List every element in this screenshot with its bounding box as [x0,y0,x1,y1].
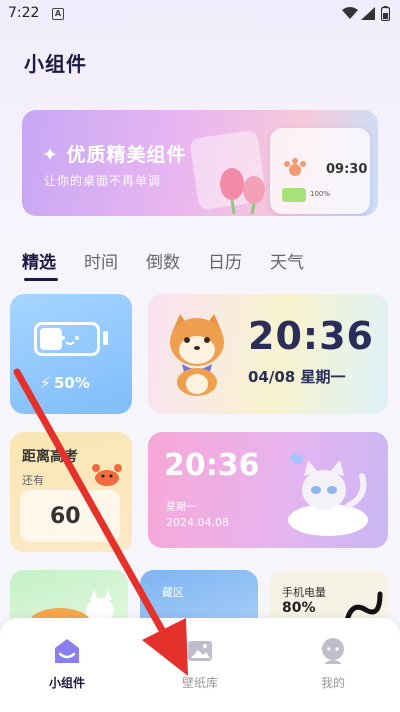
battery-percent: 50% [54,374,90,392]
page-title: 小组件 [24,52,87,76]
battery-preview-icon [282,188,306,202]
paw-icon [284,158,306,176]
shiba-dog-illustration [170,314,224,396]
exam-days: 60 [50,504,81,529]
signal-icon [361,7,375,20]
exam-subtitle: 还有 [22,474,44,487]
banner-widget-preview: 09:30 100% [270,128,370,214]
tab-time[interactable]: 时间 [84,248,118,273]
cloud-cat-illustration [288,453,368,536]
status-bar: 7:22 A [0,0,400,28]
nav-profile-label: 我的 [320,676,345,690]
nav-wallpapers[interactable]: 壁纸库 [160,636,240,691]
clock2-weekday: 星期一 [166,502,196,513]
battery-face-icon [34,322,100,356]
tab-calendar[interactable]: 日历 [208,248,242,273]
status-time: 7:22 [8,5,40,21]
clock1-time: 20:36 [248,314,374,358]
clock2-time: 20:36 [164,448,260,483]
tab-countdown[interactable]: 倒数 [146,248,180,273]
notification-icon: A [52,8,64,20]
clock-widget-cat[interactable]: 20:36 星期一 2024.04.08 [148,432,388,548]
profile-icon [322,638,344,664]
nav-widgets-label: 小组件 [48,676,85,690]
nav-widgets[interactable]: 小组件 [27,636,107,691]
exam-title: 距离高考 [22,449,78,465]
weather-label: 藏区 [162,586,184,599]
banner-subtitle: 让你的桌面不再单调 [44,174,162,188]
bottom-nav: 小组件 壁纸库 我的 [0,618,400,712]
banner-preview-battery: 100% [310,190,331,198]
widgets-home-icon [55,639,79,663]
promo-banner[interactable]: 09:30 100% ✦ 优质精美组件 让你的桌面不再单调 [22,110,378,216]
image-icon [188,641,212,661]
nav-wallpapers-label: 壁纸库 [181,676,218,690]
phone-battery-percent: 80% [282,600,316,616]
clock2-date: 2024.04.08 [166,516,229,529]
phone-battery-label: 手机电量 [282,586,326,599]
wifi-icon [342,7,358,19]
bolt-icon: ⚡ [40,374,51,392]
clock-widget-shiba[interactable]: 20:36 04/08 星期一 [148,294,388,414]
nav-profile[interactable]: 我的 [293,636,373,691]
banner-preview-time: 09:30 [326,162,368,177]
crab-icon [92,464,122,486]
banner-title: ✦ 优质精美组件 [42,144,187,166]
battery-icon [381,6,390,21]
exam-countdown-widget[interactable]: 距离高考 还有 60 [10,432,132,552]
category-tabs: 精选 时间 倒数 日历 天气 [22,248,332,281]
battery-widget[interactable]: ⚡ 50% [10,294,132,414]
tab-featured[interactable]: 精选 [22,248,58,281]
clock1-date: 04/08 星期一 [248,368,346,386]
tab-weather[interactable]: 天气 [270,248,304,273]
